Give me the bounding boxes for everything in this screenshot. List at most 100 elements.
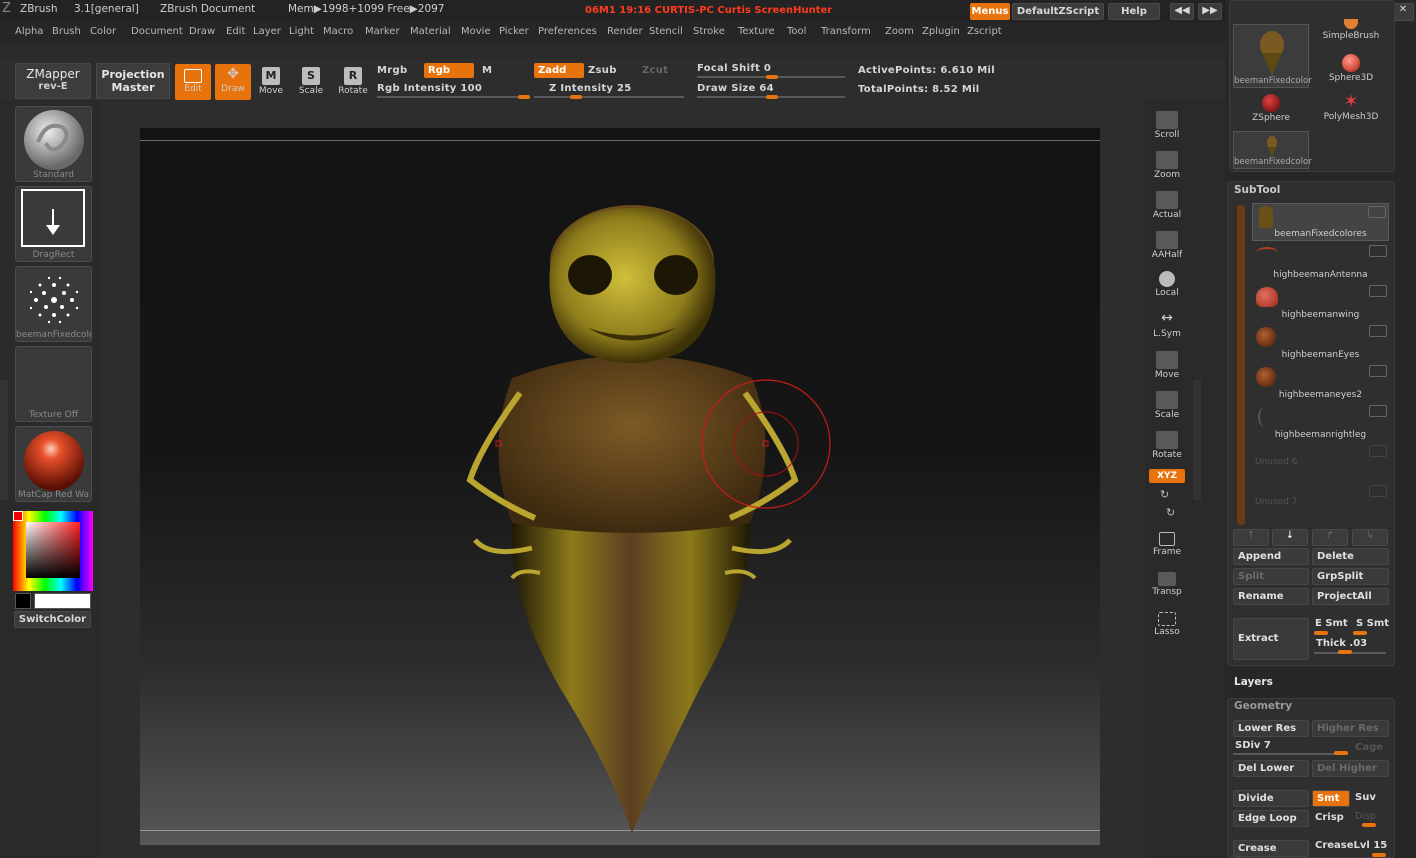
subtool-item-6[interactable]: Unused 6	[1252, 443, 1389, 481]
subtool-move-up-icon[interactable]: ↑	[1233, 529, 1269, 546]
subtool-visibility-eye-icon[interactable]	[1369, 365, 1387, 377]
thick-knob[interactable]	[1338, 650, 1352, 654]
extract-button[interactable]: Extract	[1233, 618, 1309, 660]
menu-material[interactable]: Material	[410, 26, 451, 37]
menu-brush[interactable]: Brush	[52, 26, 81, 37]
rgb-toggle[interactable]: Rgb	[424, 63, 474, 78]
menu-layer[interactable]: Layer	[253, 26, 281, 37]
subtool-visibility-eye-icon[interactable]	[1369, 245, 1387, 257]
menu-zoom[interactable]: Zoom	[885, 26, 914, 37]
menu-zscript[interactable]: Zscript	[967, 26, 1002, 37]
right-tray-handle[interactable]	[1193, 380, 1201, 500]
draw-mode-button[interactable]: ✥ Draw	[215, 64, 251, 100]
projection-master-button[interactable]: Projection Master	[96, 63, 170, 99]
crease-level-knob[interactable]	[1372, 853, 1386, 857]
menu-movie[interactable]: Movie	[461, 26, 491, 37]
append-button[interactable]: Append	[1233, 548, 1309, 565]
material-thumbnail[interactable]: MatCap Red Wa	[15, 426, 92, 502]
layers-title[interactable]: Layers	[1234, 676, 1273, 688]
brush-thumbnail[interactable]: Standard	[15, 106, 92, 182]
del-lower-button[interactable]: Del Lower	[1233, 760, 1309, 777]
color-picker[interactable]	[13, 511, 93, 591]
zsub-toggle[interactable]: Zsub	[588, 65, 617, 76]
del-higher-button[interactable]: Del Higher	[1312, 760, 1389, 777]
suv-toggle[interactable]: Suv	[1355, 792, 1376, 803]
local-button[interactable]: Local	[1149, 267, 1185, 303]
scroll-right-icon[interactable]: ▶▶	[1198, 3, 1222, 20]
document-canvas[interactable]	[140, 128, 1100, 845]
zoom-button[interactable]: Zoom	[1149, 147, 1185, 183]
subtool-visibility-eye-icon[interactable]	[1369, 485, 1387, 497]
z-intensity-knob[interactable]	[570, 95, 582, 99]
switch-color-button[interactable]: SwitchColor	[14, 611, 91, 628]
subtool-visibility-eye-icon[interactable]	[1369, 285, 1387, 297]
sdiv-knob[interactable]	[1334, 751, 1348, 755]
menu-draw[interactable]: Draw	[189, 26, 215, 37]
geometry-title[interactable]: Geometry	[1234, 700, 1292, 712]
s-smt-toggle[interactable]: S Smt	[1356, 618, 1389, 629]
secondary-color-swatch[interactable]	[34, 593, 91, 609]
menu-marker[interactable]: Marker	[365, 26, 400, 37]
menu-zplugin[interactable]: Zplugin	[922, 26, 960, 37]
focal-shift-slider[interactable]: Focal Shift 0	[697, 63, 771, 74]
tool-simplebrush[interactable]: SimpleBrush	[1315, 14, 1387, 50]
move-view-button[interactable]: Move	[1149, 347, 1185, 383]
grpsplit-button[interactable]: GrpSplit	[1312, 568, 1389, 585]
subtool-item-5[interactable]: highbeemanrightleg	[1252, 403, 1389, 441]
divide-button[interactable]: Divide	[1233, 790, 1309, 807]
menu-preferences[interactable]: Preferences	[538, 26, 597, 37]
subtool-back-icon[interactable]: ↳	[1352, 529, 1388, 546]
menu-texture[interactable]: Texture	[738, 26, 775, 37]
cage-button[interactable]: Cage	[1355, 742, 1383, 753]
subtool-forward-icon[interactable]: ↱	[1312, 529, 1348, 546]
thick-slider[interactable]: Thick .03	[1316, 638, 1367, 649]
draw-size-knob[interactable]	[766, 95, 778, 99]
menu-stroke[interactable]: Stroke	[693, 26, 725, 37]
menu-render[interactable]: Render	[607, 26, 643, 37]
split-button[interactable]: Split	[1233, 568, 1309, 585]
zadd-toggle[interactable]: Zadd	[534, 63, 584, 78]
higher-res-button[interactable]: Higher Res	[1312, 720, 1389, 737]
menu-picker[interactable]: Picker	[499, 26, 529, 37]
aahalf-button[interactable]: AAHalf	[1149, 227, 1185, 263]
rotate-z-icon[interactable]: ↻	[1166, 506, 1175, 519]
subtool-visibility-eye-icon[interactable]	[1369, 325, 1387, 337]
subtool-item-2[interactable]: highbeemanwing	[1252, 283, 1389, 321]
subtool-item-1[interactable]: highbeemanAntenna	[1252, 243, 1389, 281]
subtool-scrollbar[interactable]	[1237, 205, 1245, 525]
e-smt-knob[interactable]	[1314, 631, 1328, 635]
frame-button[interactable]: Frame	[1149, 528, 1185, 564]
focal-shift-knob[interactable]	[766, 75, 778, 79]
primary-color-swatch[interactable]	[15, 593, 31, 609]
sdiv-slider[interactable]: SDiv 7	[1235, 740, 1271, 751]
scale-view-button[interactable]: Scale	[1149, 387, 1185, 423]
rgb-intensity-knob[interactable]	[518, 95, 530, 99]
subtool-item-3[interactable]: highbeemanEyes	[1252, 323, 1389, 361]
subtool-move-down-icon[interactable]: ↓	[1272, 529, 1308, 546]
actual-button[interactable]: Actual	[1149, 187, 1185, 223]
e-smt-toggle[interactable]: E Smt	[1315, 618, 1348, 629]
menu-tool[interactable]: Tool	[787, 26, 806, 37]
transp-button[interactable]: Transp	[1149, 568, 1185, 604]
edge-loop-button[interactable]: Edge Loop	[1233, 810, 1309, 827]
menu-color[interactable]: Color	[90, 26, 116, 37]
s-smt-knob[interactable]	[1353, 631, 1367, 635]
scroll-left-icon[interactable]: ◀◀	[1170, 3, 1194, 20]
color-picker-square[interactable]	[26, 522, 80, 578]
lasso-button[interactable]: Lasso	[1149, 608, 1185, 644]
smt-toggle[interactable]: Smt	[1312, 790, 1350, 807]
menu-alpha[interactable]: Alpha	[15, 26, 43, 37]
menu-transform[interactable]: Transform	[821, 26, 871, 37]
crease-level-slider[interactable]: CreaseLvl 15	[1315, 840, 1387, 851]
crease-button[interactable]: Crease	[1233, 840, 1309, 857]
move-mode-button[interactable]: M Move	[253, 64, 289, 100]
rename-button[interactable]: Rename	[1233, 588, 1309, 605]
subtool-visibility-eye-icon[interactable]	[1369, 445, 1387, 457]
rotate-view-button[interactable]: Rotate	[1149, 427, 1185, 463]
close-icon[interactable]: ✕	[1392, 3, 1414, 21]
mrgb-toggle[interactable]: Mrgb	[377, 65, 407, 76]
subtool-visibility-eye-icon[interactable]	[1369, 405, 1387, 417]
tool-sphere3d[interactable]: Sphere3D	[1315, 52, 1387, 88]
zmapper-button[interactable]: ZMapper rev-E	[15, 63, 91, 99]
menu-edit[interactable]: Edit	[226, 26, 245, 37]
